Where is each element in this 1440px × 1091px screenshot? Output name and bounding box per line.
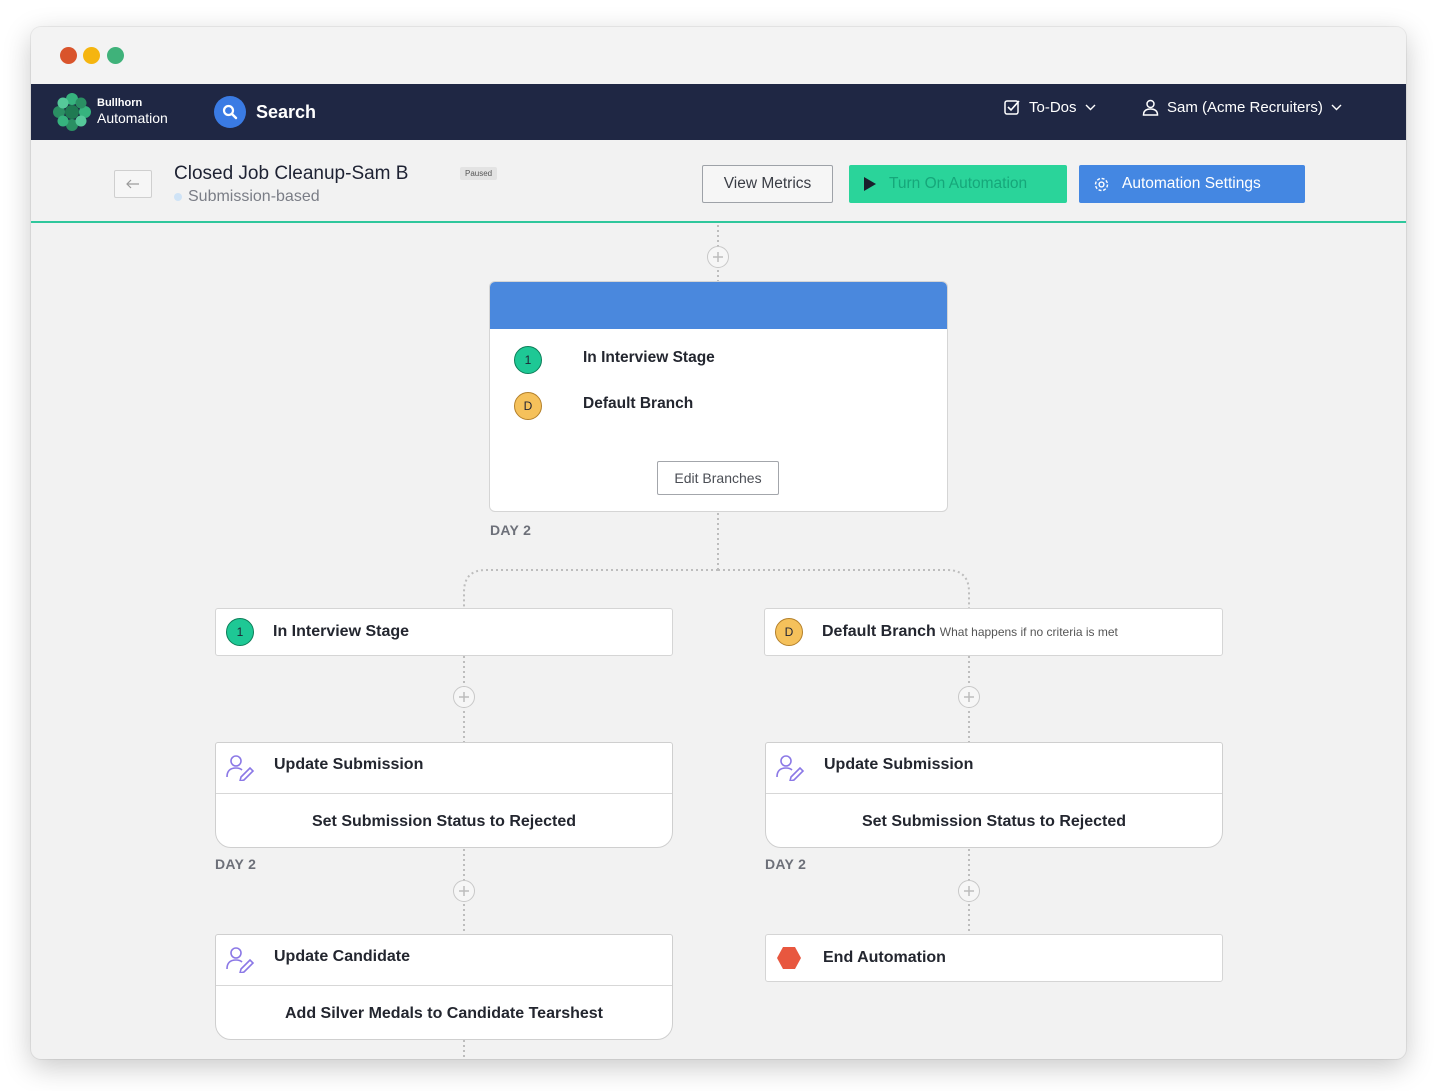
branch-node-card[interactable]: 1 In Interview Stage D Default Branch Ed… (489, 281, 948, 512)
top-navbar: Bullhorn Automation Search To-Dos Sam (A… (31, 84, 1406, 140)
plus-icon (459, 692, 469, 702)
branch-subtitle: What happens if no criteria is met (939, 625, 1118, 639)
automation-type-label: Submission-based (188, 188, 320, 205)
day-label: DAY 2 (215, 856, 257, 872)
action-card-header: Update Submission (766, 743, 1222, 794)
plus-icon (964, 692, 974, 702)
day-label: DAY 2 (490, 522, 532, 538)
action-card-update-candidate[interactable]: Update Candidate Add Silver Medals to Ca… (215, 934, 673, 1040)
search-label: Search (256, 101, 317, 122)
minimize-window-button[interactable] (83, 47, 100, 64)
user-edit-icon (226, 755, 255, 781)
search-icon (214, 96, 246, 128)
branch-title: Default Branch What happens if no criteri… (822, 623, 1118, 641)
branch-title-text: Default Branch (822, 623, 936, 640)
action-card-header: Update Submission (216, 743, 672, 794)
play-icon (864, 177, 876, 191)
checkbox-icon (1004, 100, 1020, 115)
type-dot-icon (174, 193, 182, 201)
add-step-button[interactable] (707, 246, 729, 268)
action-card-update-submission[interactable]: Update Submission Set Submission Status … (215, 742, 673, 848)
settings-label: Automation Settings (1122, 175, 1261, 192)
user-label: Sam (Acme Recruiters) (1167, 99, 1323, 116)
chevron-down-icon (1331, 104, 1342, 111)
plus-icon (459, 886, 469, 896)
todos-label: To-Dos (1029, 99, 1077, 116)
action-title: Update Submission (824, 756, 974, 773)
plus-icon (713, 252, 723, 262)
close-window-button[interactable] (60, 47, 77, 64)
branch-badge-1: 1 (226, 618, 254, 646)
status-badge: Paused (460, 167, 498, 180)
plus-icon (964, 886, 974, 896)
turn-on-label: Turn On Automation (889, 175, 1028, 192)
bullhorn-logo-icon[interactable] (52, 92, 92, 132)
chevron-down-icon (1085, 104, 1096, 111)
page-title: Closed Job Cleanup-Sam B (174, 163, 409, 184)
add-step-button[interactable] (453, 880, 475, 902)
add-step-button[interactable] (958, 686, 980, 708)
user-menu[interactable]: Sam (Acme Recruiters) (1142, 99, 1342, 116)
automation-type: Submission-based (174, 188, 320, 206)
action-title: Update Submission (274, 756, 424, 773)
app-window: Bullhorn Automation Search To-Dos Sam (A… (31, 27, 1406, 1059)
turn-on-automation-button[interactable]: Turn On Automation (849, 165, 1067, 203)
user-edit-icon (776, 755, 805, 781)
action-title: Update Candidate (274, 948, 411, 965)
branch-badge-default: D (775, 618, 803, 646)
action-description: Set Submission Status to Rejected (861, 812, 1127, 830)
end-automation-title: End Automation (823, 949, 946, 966)
branch-header-interview[interactable]: 1 In Interview Stage (215, 608, 673, 656)
action-description: Add Silver Medals to Candidate Tearshest (284, 1004, 603, 1022)
action-card-update-submission[interactable]: Update Submission Set Submission Status … (765, 742, 1223, 848)
arrow-left-icon (126, 179, 139, 189)
gear-icon (1094, 177, 1109, 191)
view-metrics-button[interactable]: View Metrics (702, 165, 833, 203)
day-label: DAY 2 (765, 856, 807, 872)
stop-hexagon-icon (777, 947, 801, 969)
branch-card-header (490, 282, 947, 329)
search-button[interactable]: Search (214, 95, 316, 129)
brand-product: Automation (97, 110, 168, 126)
end-automation-card[interactable]: End Automation (765, 934, 1223, 982)
workflow-canvas: 1 In Interview Stage D Default Branch Ed… (31, 225, 1406, 1059)
edit-branches-button[interactable]: Edit Branches (657, 461, 779, 495)
user-icon (1142, 99, 1159, 116)
branch-label-default: Default Branch (583, 395, 694, 412)
action-card-header: Update Candidate (216, 935, 672, 986)
brand-name: Bullhorn (97, 97, 143, 109)
add-step-button[interactable] (958, 880, 980, 902)
maximize-window-button[interactable] (107, 47, 124, 64)
branch-label-1: In Interview Stage (583, 349, 715, 366)
branch-header-default[interactable]: D Default Branch What happens if no crite… (764, 608, 1223, 656)
user-edit-icon (226, 947, 255, 973)
window-titlebar (31, 27, 1406, 84)
branch-title: In Interview Stage (273, 623, 410, 640)
branch-badge-1: 1 (514, 346, 542, 374)
back-button[interactable] (114, 170, 152, 198)
todos-menu[interactable]: To-Dos (1004, 99, 1096, 116)
action-description: Set Submission Status to Rejected (311, 812, 577, 830)
automation-settings-button[interactable]: Automation Settings (1079, 165, 1305, 203)
automation-header: Closed Job Cleanup-Sam B Paused Submissi… (31, 140, 1406, 223)
add-step-button[interactable] (453, 686, 475, 708)
branch-badge-default: D (514, 392, 542, 420)
